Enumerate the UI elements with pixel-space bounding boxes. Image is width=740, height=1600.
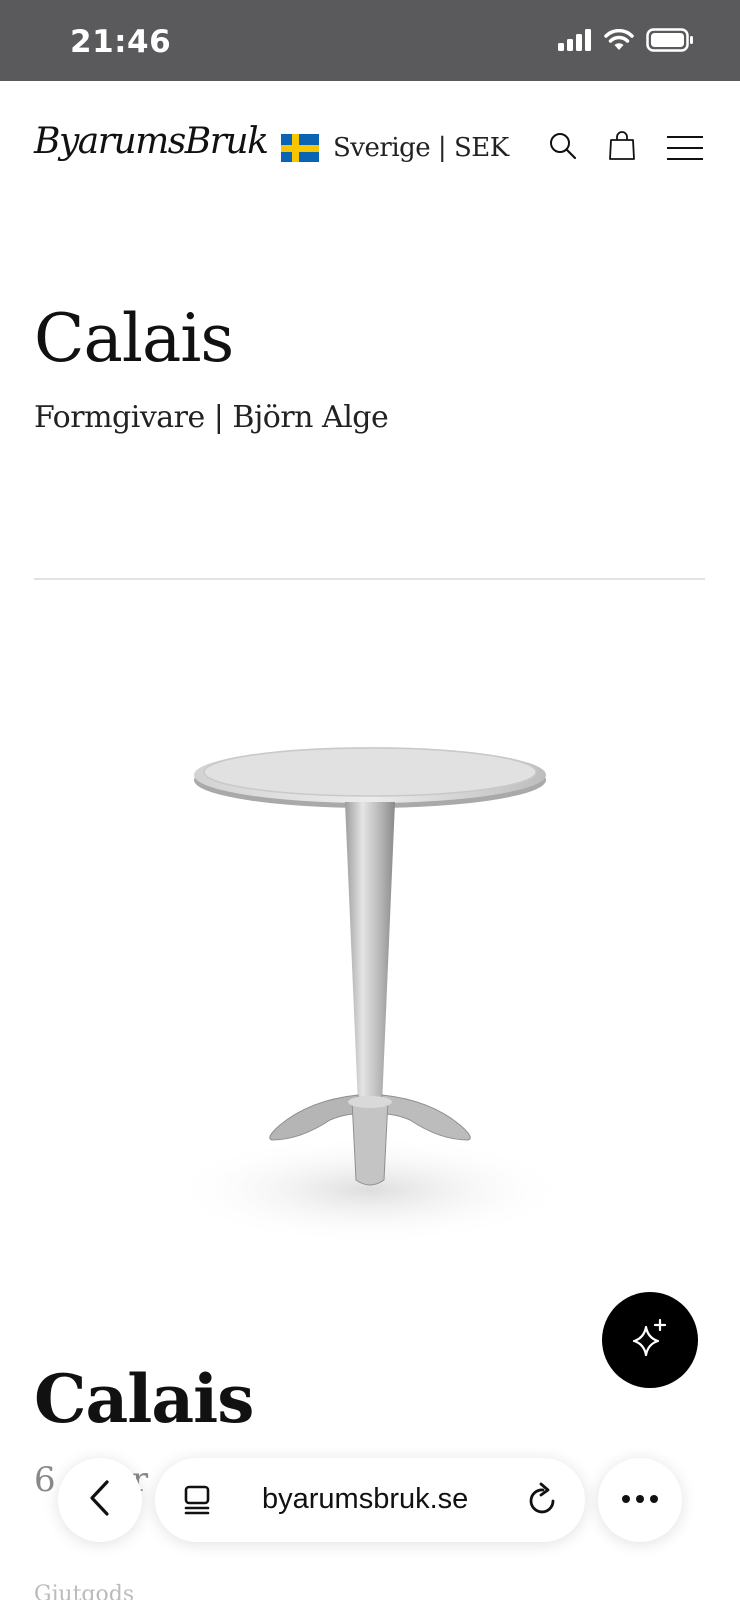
product-title-secondary: Calais [34,1360,254,1438]
back-button[interactable] [58,1458,142,1542]
tabs-icon[interactable] [182,1484,214,1521]
shopping-bag-icon[interactable] [607,129,637,166]
sweden-flag-icon [281,134,319,162]
product-designer: Formgivare | Björn Alge [34,400,389,435]
product-material: Gjutgods [34,1582,135,1600]
reload-icon[interactable] [527,1482,559,1521]
url-text: byarumsbruk.se [262,1483,469,1515]
ai-assistant-button[interactable] [602,1292,698,1388]
cellular-signal-icon [558,29,592,56]
more-options-button[interactable] [598,1458,682,1542]
status-bar: 21:46 [0,0,740,81]
status-icons [558,28,694,57]
brand-logo[interactable]: ByarumsBruk [34,121,269,162]
wifi-icon [604,28,634,56]
product-title: Calais [34,300,234,377]
status-time: 21:46 [70,24,172,60]
search-icon[interactable] [548,131,578,166]
region-selector[interactable]: Sverige | SEK [281,133,509,163]
hamburger-menu-icon[interactable] [666,135,704,166]
address-bar[interactable]: byarumsbruk.se [155,1458,585,1542]
more-dots-icon [621,1491,659,1509]
sparkles-icon [629,1317,671,1364]
product-image [160,720,580,1260]
region-label: Sverige | SEK [333,133,509,163]
section-divider [34,578,705,580]
battery-icon [646,28,694,57]
site-header: ByarumsBruk Sverige | SEK [0,81,740,221]
chevron-left-icon [87,1479,113,1522]
